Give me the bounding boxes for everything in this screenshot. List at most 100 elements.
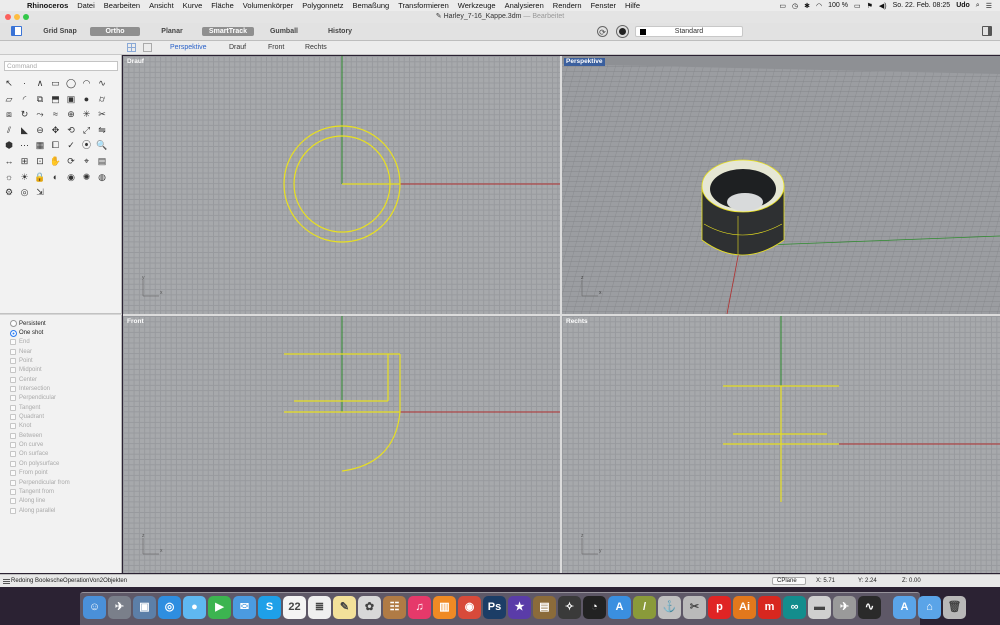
osnap-row[interactable]: Tangent xyxy=(10,403,120,412)
layer-select[interactable]: Standard xyxy=(635,26,743,37)
extrude-icon[interactable]: ⬒ xyxy=(50,93,62,105)
close-button[interactable] xyxy=(5,14,11,20)
explode-icon[interactable]: ✳ xyxy=(81,108,93,120)
oneshot-radio[interactable] xyxy=(10,329,17,337)
osnap-row[interactable]: Perpendicular from xyxy=(10,478,120,487)
osnap-row[interactable]: On polysurface xyxy=(10,459,120,468)
polyline-icon[interactable]: ∧ xyxy=(34,77,46,89)
viewport-right[interactable]: Rechts y z xyxy=(562,316,1000,573)
menu-polygonnetz[interactable]: Polygonnetz xyxy=(302,1,343,10)
trash-icon[interactable]: 🗑 xyxy=(943,596,966,619)
notes-icon[interactable]: ✎ xyxy=(333,596,356,619)
volume-icon[interactable]: ◀) xyxy=(879,2,887,10)
cplane-select[interactable]: CPlane xyxy=(772,577,806,585)
osnap-row[interactable]: Center xyxy=(10,375,120,384)
osnap-row[interactable]: From point xyxy=(10,469,120,478)
imovie-icon[interactable]: ★ xyxy=(508,596,531,619)
rotate-icon[interactable]: ⟲ xyxy=(65,124,77,136)
spotlight-icon[interactable]: ⌕ xyxy=(976,2,980,10)
menu-werkzeuge[interactable]: Werkzeuge xyxy=(458,1,496,10)
rectangle-icon[interactable]: ▭ xyxy=(50,77,62,89)
graph-icon[interactable]: ⚓ xyxy=(658,596,681,619)
grid-icon[interactable]: ▦ xyxy=(34,139,46,151)
wifi-icon[interactable]: ◠ xyxy=(816,2,822,10)
osnap-checkbox[interactable] xyxy=(10,339,16,346)
window-title[interactable]: Harley_7-16_Kappe.3dm xyxy=(444,13,522,20)
select-arrow-icon[interactable]: ↖ xyxy=(3,77,15,89)
camera-icon[interactable]: ⌖ xyxy=(81,155,93,167)
app-menu[interactable]: Rhinoceros xyxy=(27,1,68,10)
osnap-row[interactable]: Midpoint xyxy=(10,366,120,375)
tab-front[interactable]: Front xyxy=(268,44,284,51)
osnap-row[interactable]: Tangent from xyxy=(10,487,120,496)
illustrator-icon[interactable]: Ai xyxy=(733,596,756,619)
menu-fenster[interactable]: Fenster xyxy=(591,1,616,10)
viewport-front-label[interactable]: Front xyxy=(125,318,146,326)
osnap-checkbox[interactable] xyxy=(10,488,16,495)
menu-rendern[interactable]: Rendern xyxy=(553,1,582,10)
flag-icon[interactable]: ⚑ xyxy=(867,2,873,10)
rect-surface-icon[interactable]: ▱ xyxy=(3,93,15,105)
arduino-icon[interactable]: ∞ xyxy=(783,596,806,619)
menu-bemassung[interactable]: Bemaßung xyxy=(353,1,390,10)
osnap-checkbox[interactable] xyxy=(10,507,16,514)
zoom-extents-icon[interactable]: ⊡ xyxy=(34,155,46,167)
mail-icon[interactable]: ✉ xyxy=(233,596,256,619)
boolean-icon[interactable]: ⊖ xyxy=(34,124,46,136)
osnap-row[interactable]: Point xyxy=(10,356,120,365)
solid-icon[interactable]: ⬢ xyxy=(3,139,15,151)
draw-icon[interactable]: ✂ xyxy=(683,596,706,619)
osnap-checkbox[interactable] xyxy=(10,348,16,355)
viewport-top[interactable]: Drauf x y xyxy=(123,56,560,314)
grid-snap-toggle[interactable]: Grid Snap xyxy=(36,27,84,36)
array-icon[interactable]: ⋯ xyxy=(19,139,31,151)
loft-icon[interactable]: ⧈ xyxy=(3,108,15,120)
osnap-mode-oneshot[interactable]: One shot xyxy=(10,328,120,337)
panel-splitter[interactable] xyxy=(0,313,122,315)
viewport-perspective-label[interactable]: Perspektive xyxy=(564,58,605,66)
globe-icon[interactable]: ◍ xyxy=(96,171,108,183)
offset-icon[interactable]: ⧉ xyxy=(34,93,46,105)
menu-ansicht[interactable]: Ansicht xyxy=(149,1,174,10)
osnap-row[interactable]: Perpendicular xyxy=(10,394,120,403)
light-icon[interactable]: ☼ xyxy=(3,171,15,183)
safari-icon[interactable]: ◎ xyxy=(158,596,181,619)
osnap-row[interactable]: End xyxy=(10,338,120,347)
calendar-icon[interactable]: 22 xyxy=(283,596,306,619)
trim-icon[interactable]: ✂ xyxy=(96,108,108,120)
viewport-top-label[interactable]: Drauf xyxy=(125,58,146,66)
group-icon[interactable]: ⧠ xyxy=(50,139,62,151)
activity-icon[interactable]: ∿ xyxy=(858,596,881,619)
photoshop-icon[interactable]: Ps xyxy=(483,596,506,619)
pdf-icon[interactable]: p xyxy=(708,596,731,619)
join-icon[interactable]: ⊕ xyxy=(65,108,77,120)
analyze-icon[interactable]: ⦿ xyxy=(81,139,93,151)
menu-bearbeiten[interactable]: Bearbeiten xyxy=(104,1,140,10)
cylinder-icon[interactable]: ⌭ xyxy=(96,93,108,105)
osnap-row[interactable]: Along line xyxy=(10,497,120,506)
osnap-row[interactable]: Intersection xyxy=(10,384,120,393)
gumball-toggle[interactable]: Gumball xyxy=(260,27,308,36)
osnap-checkbox[interactable] xyxy=(10,395,16,402)
menu-analysieren[interactable]: Analysieren xyxy=(505,1,544,10)
documents-folder-icon[interactable]: ⌂ xyxy=(918,596,941,619)
menu-kurve[interactable]: Kurve xyxy=(183,1,203,10)
osnap-checkbox[interactable] xyxy=(10,470,16,477)
arc-icon[interactable]: ◠ xyxy=(81,77,93,89)
osnap-row[interactable]: On surface xyxy=(10,450,120,459)
check-icon[interactable]: ✓ xyxy=(65,139,77,151)
sphere-icon[interactable]: ● xyxy=(81,93,93,105)
osnap-checkbox[interactable] xyxy=(10,386,16,393)
tab-drauf[interactable]: Drauf xyxy=(229,44,246,51)
osnap-checkbox[interactable] xyxy=(10,479,16,486)
iphoto-icon[interactable]: ▤ xyxy=(533,596,556,619)
viewport-right-label[interactable]: Rechts xyxy=(564,318,590,326)
reminders-icon[interactable]: ≣ xyxy=(308,596,331,619)
photobooth-icon[interactable]: ▬ xyxy=(808,596,831,619)
time-machine-icon[interactable]: ◷ xyxy=(792,2,798,10)
fillet-icon[interactable]: ◜ xyxy=(19,93,31,105)
revolve-icon[interactable]: ↻ xyxy=(19,108,31,120)
command-history-icon[interactable] xyxy=(3,579,10,584)
rhino-m-icon[interactable]: m xyxy=(758,596,781,619)
gear-icon[interactable]: ⚙ xyxy=(3,186,15,198)
